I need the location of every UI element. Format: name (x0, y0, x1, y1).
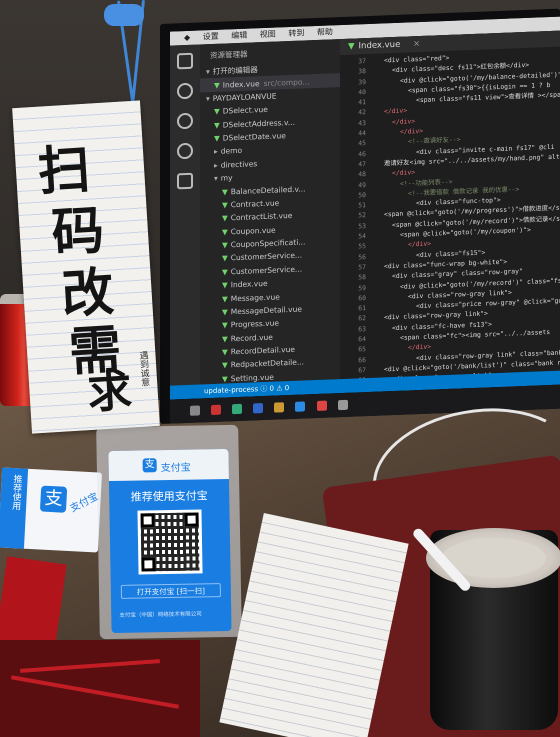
box-brand: 支付宝 (68, 491, 101, 515)
note-char: 求 (86, 365, 134, 420)
vue-file-icon: ▼ (222, 307, 228, 317)
explorer-panel: 资源管理器 ▾ 打开的编辑器 ▼ Index.vue src/compo... ▾ PA… (200, 39, 340, 385)
apple-icon: ◆ (184, 32, 191, 43)
alipay-box: 推荐使用 支 支付宝 (0, 467, 103, 553)
vue-file-icon: ▼ (222, 227, 228, 237)
vue-file-icon: ▼ (222, 347, 228, 357)
menu-item: 设置 (202, 31, 219, 42)
note-char: 码 (50, 199, 106, 264)
source-control-icon (177, 112, 193, 130)
vue-file-icon: ▼ (348, 41, 355, 52)
app-icon (337, 399, 348, 411)
handwritten-note: 扫 码 改 需 求 遇到诚意 (12, 100, 160, 434)
chevron-icon: ▸ (214, 160, 218, 170)
vue-file-icon: ▼ (222, 213, 228, 223)
code-text: </div> (408, 239, 432, 249)
menu-item: 编辑 (231, 30, 248, 41)
qr-finder (184, 512, 199, 527)
close-icon: × (413, 39, 421, 50)
menu-item: 视图 (259, 29, 276, 40)
vue-file-icon: ▼ (214, 80, 220, 90)
alipay-logo-icon: 支 (142, 458, 157, 473)
app-icon (295, 401, 306, 412)
app-icon (211, 404, 222, 416)
vue-file-icon: ▼ (222, 374, 228, 384)
vue-file-icon: ▼ (222, 240, 228, 250)
card-footer: 支付宝（中国）网络技术有限公司 (119, 611, 202, 619)
chevron-down-icon: ▾ (206, 67, 210, 77)
chevron-icon: ▾ (214, 173, 218, 184)
menu-item: 帮助 (316, 27, 333, 37)
note-char: 改 (59, 261, 116, 326)
code-editor: ▼ Index.vue × 37 <div class="red"> 38 <div c… (340, 30, 560, 400)
chevron-down-icon: ▾ (206, 94, 210, 104)
qr-finder (140, 513, 155, 528)
vue-file-icon: ▼ (222, 200, 228, 210)
qr-code (137, 509, 203, 575)
card-header: 支 支付宝 (108, 448, 229, 482)
files-icon (177, 52, 193, 70)
app-icon (316, 400, 327, 411)
chevron-icon: ▸ (214, 147, 218, 157)
code-text: </div> (392, 116, 416, 126)
vue-file-icon: ▼ (214, 107, 220, 117)
vue-file-icon: ▼ (222, 186, 228, 197)
menu-item: 转到 (288, 28, 305, 39)
vue-file-icon: ▼ (214, 133, 220, 143)
search-icon (177, 82, 193, 100)
extensions-icon (177, 172, 193, 190)
red-object (0, 640, 200, 737)
monitor: ◆ 设置 编辑 视图 转到 帮助 资源管理器 ▾ 打开的编辑器 ▼ Index.… (160, 8, 560, 425)
debug-icon (177, 142, 193, 160)
code-text: </div> (400, 126, 424, 136)
vue-file-icon: ▼ (222, 334, 228, 344)
note-char: 扫 (36, 138, 92, 203)
box-band-text: 推荐使用 (9, 473, 22, 511)
vue-file-icon: ▼ (222, 320, 228, 330)
code-text: </div> (384, 106, 408, 116)
file-tree: ▼ DSelect.vue ▼ DSelectAddress.v... ▼ DSelect… (200, 100, 340, 384)
app-icon (274, 402, 285, 413)
vue-file-icon: ▼ (222, 267, 228, 277)
vue-file-icon: ▼ (222, 360, 228, 371)
vue-file-icon: ▼ (214, 120, 220, 130)
qr-finder (141, 557, 156, 572)
card-instruction: 打开支付宝 [扫一扫] (120, 583, 221, 599)
note-small-text: 遇到诚意 (137, 350, 150, 387)
code-text: </div> (392, 168, 416, 178)
vue-file-icon: ▼ (222, 253, 228, 264)
monitor-screen: ◆ 设置 编辑 视图 转到 帮助 资源管理器 ▾ 打开的编辑器 ▼ Index.… (170, 16, 560, 400)
lanyard-bow (104, 4, 144, 26)
alipay-brand: 支付宝 (160, 462, 191, 475)
box-band: 推荐使用 (0, 467, 29, 549)
code-text: </div> (408, 342, 432, 352)
app-icon (232, 403, 243, 415)
alipay-logo-icon: 支 (39, 485, 68, 513)
app-icon (190, 405, 200, 416)
card-title: 推荐使用支付宝 (130, 489, 208, 504)
code-area: 37 <div class="red"> 38 <div class="desc fs… (340, 49, 560, 400)
activity-bar (170, 44, 200, 386)
alipay-card: 支 支付宝 推荐使用支付宝 打开支付宝 [扫一扫] 支付宝（中国）网络技术有限公… (108, 448, 232, 634)
app-icon (253, 403, 264, 414)
vue-file-icon: ▼ (222, 280, 228, 290)
photo-scene: ◆ 设置 编辑 视图 转到 帮助 资源管理器 ▾ 打开的编辑器 ▼ Index.… (0, 0, 560, 737)
vue-file-icon: ▼ (222, 293, 228, 304)
